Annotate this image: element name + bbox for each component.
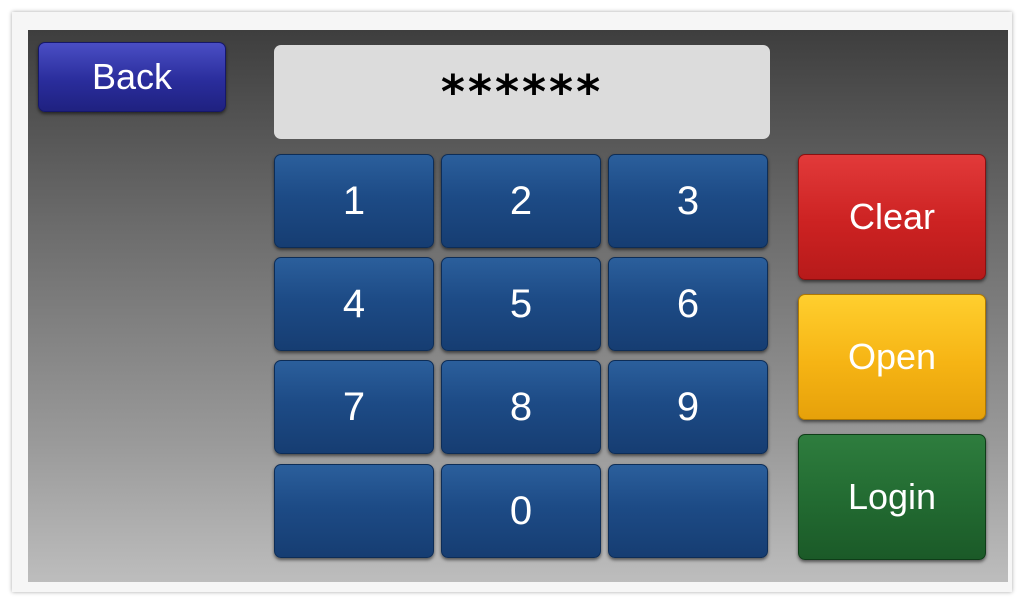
key-9-button[interactable]: 9: [608, 360, 768, 454]
login-screen: Back ****** 1 2 3 4 5 6 7 8 9 0 Clear Op…: [28, 30, 1008, 582]
key-blank-left-button[interactable]: [274, 464, 434, 558]
key-blank-right-button[interactable]: [608, 464, 768, 558]
open-button[interactable]: Open: [798, 294, 986, 420]
key-1-button[interactable]: 1: [274, 154, 434, 248]
key-0-button[interactable]: 0: [441, 464, 601, 558]
clear-button[interactable]: Clear: [798, 154, 986, 280]
key-7-button[interactable]: 7: [274, 360, 434, 454]
login-button[interactable]: Login: [798, 434, 986, 560]
key-3-button[interactable]: 3: [608, 154, 768, 248]
key-4-button[interactable]: 4: [274, 257, 434, 351]
key-8-button[interactable]: 8: [441, 360, 601, 454]
key-5-button[interactable]: 5: [441, 257, 601, 351]
key-2-button[interactable]: 2: [441, 154, 601, 248]
back-button[interactable]: Back: [38, 42, 226, 112]
device-frame: Back ****** 1 2 3 4 5 6 7 8 9 0 Clear Op…: [12, 12, 1012, 592]
pin-display: ******: [274, 45, 770, 139]
key-6-button[interactable]: 6: [608, 257, 768, 351]
